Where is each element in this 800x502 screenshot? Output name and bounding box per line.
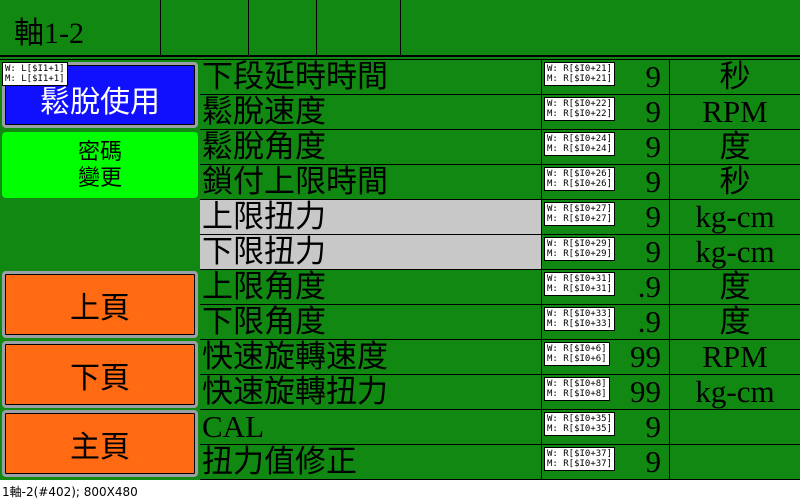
param-unit <box>670 410 800 444</box>
param-row: 下段延時時間 9 W: R[$I0+21] M: R[$I0+21] 秒 <box>200 60 800 95</box>
page-title: 軸1-2 <box>14 17 84 50</box>
param-value-input[interactable]: 9 W: R[$I0+21] M: R[$I0+21] <box>542 60 670 94</box>
param-label: 鬆脫角度 <box>200 130 542 164</box>
hmi-screen: 軸1-2 鬆脫使用 W: L[$I1+1] M: L[$I1+1] 密碼 變更 … <box>0 0 800 480</box>
param-unit: RPM <box>702 94 768 129</box>
main-page-button[interactable]: 主頁 <box>2 410 198 477</box>
param-value-input[interactable]: 9 W: R[$I0+22] M: R[$I0+22] <box>542 95 670 129</box>
param-unit: kg-cm <box>695 199 775 234</box>
param-value: 9 <box>645 60 662 94</box>
status-bar: 1軸-2(#402); 800X480 <box>2 485 138 499</box>
param-unit: RPM <box>702 339 768 374</box>
param-row: 快速旋轉扭力 99 W: R[$I0+8] M: R[$I0+8] kg-cm <box>200 375 800 410</box>
param-value: .9 <box>637 270 661 304</box>
param-row: CAL 9 W: R[$I0+35] M: R[$I0+35] <box>200 410 800 445</box>
param-unit: kg-cm <box>695 234 775 269</box>
param-value-input[interactable]: .9 W: R[$I0+33] M: R[$I0+33] <box>542 305 670 339</box>
param-row: 扭力值修正 9 W: R[$I0+37] M: R[$I0+37] <box>200 445 800 480</box>
param-value-input[interactable]: 99 W: R[$I0+8] M: R[$I0+8] <box>542 375 670 409</box>
param-address-tag: W: R[$I0+24] M: R[$I0+24] <box>544 132 616 156</box>
param-address-tag: W: R[$I0+8] M: R[$I0+8] <box>544 377 610 401</box>
param-address-tag: W: R[$I0+27] M: R[$I0+27] <box>544 202 616 226</box>
param-value-input[interactable]: 9 W: R[$I0+37] M: R[$I0+37] <box>542 445 670 479</box>
password-change-button[interactable]: 密碼 變更 <box>2 132 198 198</box>
param-address-tag: W: R[$I0+22] M: R[$I0+22] <box>544 97 616 121</box>
param-unit: kg-cm <box>695 374 775 409</box>
top-empty-cell-1 <box>161 0 249 56</box>
param-address-tag: W: R[$I0+37] M: R[$I0+37] <box>544 447 616 471</box>
param-row: 鬆脫角度 9 W: R[$I0+24] M: R[$I0+24] 度 <box>200 130 800 165</box>
param-label: 快速旋轉扭力 <box>200 375 542 409</box>
param-label: 鬆脫速度 <box>200 95 542 129</box>
param-address-tag: W: R[$I0+21] M: R[$I0+21] <box>544 62 616 86</box>
prev-page-label: 上頁 <box>70 291 130 325</box>
param-label: 上限扭力 <box>200 200 542 234</box>
param-address-tag: W: R[$I0+26] M: R[$I0+26] <box>544 167 616 191</box>
param-address-tag: W: R[$I0+29] M: R[$I0+29] <box>544 237 616 261</box>
param-label: 鎖付上限時間 <box>200 165 542 199</box>
main-page-label: 主頁 <box>70 430 130 464</box>
param-row: 上限扭力 9 W: R[$I0+27] M: R[$I0+27] kg-cm <box>200 200 800 235</box>
param-row: 鎖付上限時間 9 W: R[$I0+26] M: R[$I0+26] 秒 <box>200 165 800 200</box>
param-value: 99 <box>630 375 661 409</box>
param-unit <box>670 445 800 479</box>
top-empty-cell-2 <box>249 0 317 56</box>
loosen-address-tag: W: L[$I1+1] M: L[$I1+1] <box>2 62 68 86</box>
param-unit: 度 <box>719 129 751 164</box>
param-value: 9 <box>645 95 662 129</box>
param-label: 快速旋轉速度 <box>200 340 542 374</box>
param-unit: 度 <box>719 304 751 339</box>
param-value-input[interactable]: 9 W: R[$I0+35] M: R[$I0+35] <box>542 410 670 444</box>
param-row: 下限扭力 9 W: R[$I0+29] M: R[$I0+29] kg-cm <box>200 235 800 270</box>
param-value: 9 <box>645 445 662 479</box>
param-row: 上限角度 .9 W: R[$I0+31] M: R[$I0+31] 度 <box>200 270 800 305</box>
param-address-tag: W: R[$I0+33] M: R[$I0+33] <box>544 307 616 331</box>
param-value-input[interactable]: 9 W: R[$I0+26] M: R[$I0+26] <box>542 165 670 199</box>
param-value-input[interactable]: 99 W: R[$I0+6] M: R[$I0+6] <box>542 340 670 374</box>
password-change-label: 密碼 變更 <box>77 139 122 190</box>
param-value-input[interactable]: 9 W: R[$I0+27] M: R[$I0+27] <box>542 200 670 234</box>
param-label: 扭力值修正 <box>200 445 542 479</box>
param-value: 99 <box>630 340 661 374</box>
param-address-tag: W: R[$I0+6] M: R[$I0+6] <box>544 342 610 366</box>
param-address-tag: W: R[$I0+35] M: R[$I0+35] <box>544 412 616 436</box>
prev-page-button[interactable]: 上頁 <box>2 271 198 338</box>
param-label: 上限角度 <box>200 270 542 304</box>
param-value: 9 <box>645 410 662 444</box>
param-value-input[interactable]: .9 W: R[$I0+31] M: R[$I0+31] <box>542 270 670 304</box>
title-cell: 軸1-2 <box>0 0 161 56</box>
param-unit: 秒 <box>719 59 751 94</box>
param-value: .9 <box>637 305 661 339</box>
param-value: 9 <box>645 165 662 199</box>
param-label: 下段延時時間 <box>200 60 542 94</box>
param-value-input[interactable]: 9 W: R[$I0+29] M: R[$I0+29] <box>542 235 670 269</box>
param-address-tag: W: R[$I0+31] M: R[$I0+31] <box>544 272 616 296</box>
param-value: 9 <box>645 130 662 164</box>
param-value-input[interactable]: 9 W: R[$I0+24] M: R[$I0+24] <box>542 130 670 164</box>
param-value: 9 <box>645 235 662 269</box>
param-row: 鬆脫速度 9 W: R[$I0+22] M: R[$I0+22] RPM <box>200 95 800 130</box>
param-row: 快速旋轉速度 99 W: R[$I0+6] M: R[$I0+6] RPM <box>200 340 800 375</box>
param-value: 9 <box>645 200 662 234</box>
next-page-button[interactable]: 下頁 <box>2 341 198 408</box>
top-empty-cell-3 <box>317 0 401 56</box>
param-label: CAL <box>200 410 542 444</box>
param-unit: 秒 <box>719 164 751 199</box>
param-unit: 度 <box>719 269 751 304</box>
next-page-label: 下頁 <box>70 361 130 395</box>
param-label: 下限角度 <box>200 305 542 339</box>
param-label: 下限扭力 <box>200 235 542 269</box>
top-empty-cell-4 <box>401 0 800 56</box>
param-row: 下限角度 .9 W: R[$I0+33] M: R[$I0+33] 度 <box>200 305 800 340</box>
